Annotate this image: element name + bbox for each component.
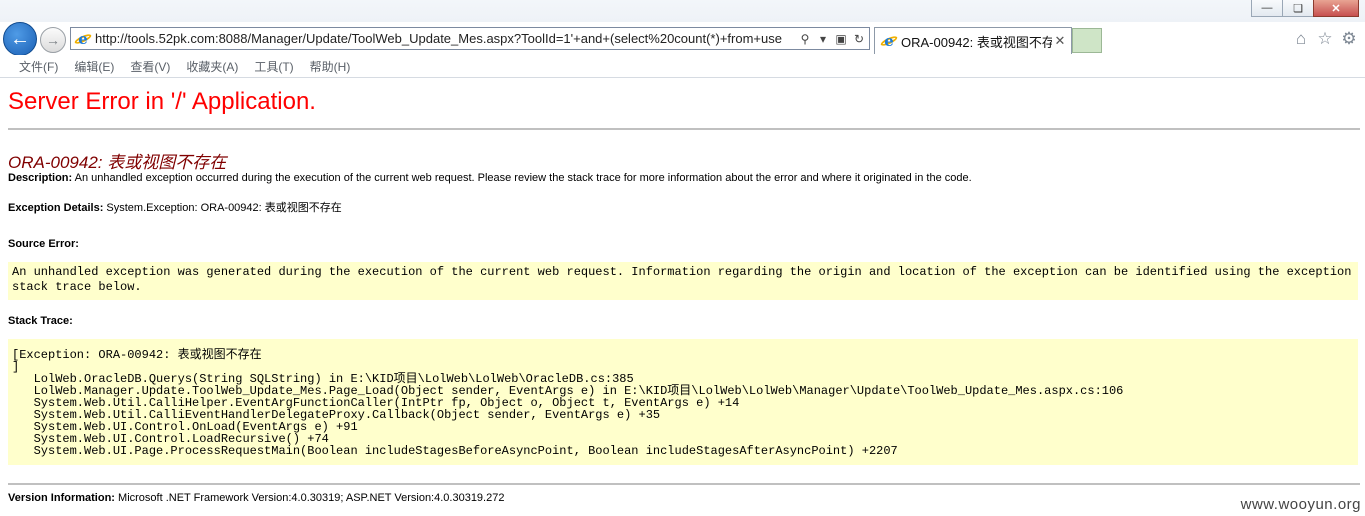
exception-details: Exception Details: System.Exception: ORA…: [8, 199, 342, 215]
close-tab-icon[interactable]: ✕: [1052, 33, 1068, 49]
stack-trace-heading: Stack Trace:: [8, 315, 73, 327]
version-text: Microsoft .NET Framework Version:4.0.303…: [114, 492, 505, 504]
search-icon[interactable]: ⚲: [797, 32, 813, 46]
error-heading: ORA-00942: 表或视图不存在: [8, 153, 227, 172]
menu-help[interactable]: 帮助(H): [310, 58, 351, 75]
title-bar: [0, 0, 1365, 22]
description: Description: An unhandled exception occu…: [8, 172, 972, 184]
description-label: Description:: [8, 172, 73, 184]
divider: [8, 483, 1360, 485]
address-bar[interactable]: e http://tools.52pk.com:8088/Manager/Upd…: [70, 27, 870, 50]
favorites-star-icon[interactable]: ☆: [1313, 29, 1337, 49]
menu-bar: 文件(F) 编辑(E) 查看(V) 收藏夹(A) 工具(T) 帮助(H): [0, 55, 1365, 78]
ie-logo-icon: e: [73, 31, 93, 47]
menu-favorites[interactable]: 收藏夹(A): [186, 58, 238, 75]
page-title: Server Error in '/' Application.: [8, 88, 316, 115]
version-label: Version Information:: [8, 492, 115, 504]
dropdown-icon[interactable]: ▾: [815, 32, 831, 46]
back-arrow-icon[interactable]: ←: [3, 22, 37, 56]
watermark: www.wooyun.org: [1240, 496, 1361, 513]
menu-file[interactable]: 文件(F): [19, 58, 58, 75]
new-tab-button[interactable]: [1072, 28, 1102, 53]
ie-logo-icon: e: [879, 33, 899, 49]
menu-tools[interactable]: 工具(T): [254, 58, 293, 75]
forward-arrow-icon[interactable]: →: [40, 27, 66, 53]
window-controls: — ❏ ✕: [1251, 0, 1359, 18]
browser-toolbar-right: ⌂ ☆ ⚙: [1289, 29, 1361, 49]
exception-text: System.Exception: ORA-00942: 表或视图不存在: [103, 202, 342, 214]
settings-gear-icon[interactable]: ⚙: [1337, 29, 1361, 49]
browser-chrome: — ❏ ✕ ← → e http://tools.52pk.com:8088/M…: [0, 0, 1365, 78]
compat-view-icon[interactable]: ▣: [833, 32, 849, 46]
menu-edit[interactable]: 编辑(E): [74, 58, 114, 75]
source-error-heading: Source Error:: [8, 238, 79, 250]
restore-icon[interactable]: ❏: [1282, 0, 1314, 17]
home-icon[interactable]: ⌂: [1289, 29, 1313, 49]
divider: [8, 128, 1360, 130]
tab-title: ORA-00942: 表或视图不存...: [901, 34, 1052, 50]
minimize-icon[interactable]: —: [1251, 0, 1283, 17]
stack-trace-line: System.Web.UI.Page.ProcessRequestMain(Bo…: [12, 444, 898, 458]
stack-trace-box: [Exception: ORA-00942: 表或视图不存在 ] LolWeb.…: [8, 339, 1358, 465]
tab-active[interactable]: e ORA-00942: 表或视图不存... ✕: [874, 27, 1072, 54]
page-content: Server Error in '/' Application. ORA-009…: [0, 78, 1365, 516]
menu-view[interactable]: 查看(V): [130, 58, 170, 75]
address-url[interactable]: http://tools.52pk.com:8088/Manager/Updat…: [95, 31, 797, 46]
stack-trace-line: [Exception: ORA-00942: 表或视图不存在: [12, 348, 262, 362]
exception-label: Exception Details:: [8, 202, 104, 214]
description-text: An unhandled exception occurred during t…: [72, 172, 972, 184]
version-information: Version Information: Microsoft .NET Fram…: [8, 492, 504, 504]
close-window-icon[interactable]: ✕: [1313, 0, 1359, 17]
refresh-icon[interactable]: ↻: [851, 32, 867, 46]
source-error-box: An unhandled exception was generated dur…: [8, 262, 1358, 300]
